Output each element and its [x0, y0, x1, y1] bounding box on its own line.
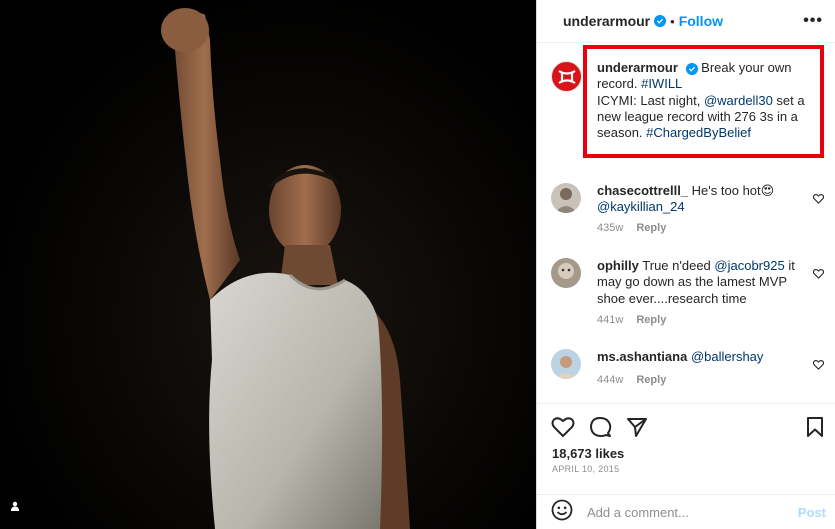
post-comment-button[interactable]: Post [798, 505, 826, 520]
action-icons [551, 416, 648, 443]
share-icon[interactable] [626, 416, 648, 443]
comment-text: ms.ashantiana @ballershay [597, 349, 802, 365]
comment-body: He's too hot😍 [691, 183, 775, 198]
follow-button[interactable]: Follow [679, 13, 723, 29]
bookmark-icon[interactable] [806, 416, 824, 443]
comment-text: ophilly True n'deed @jacobr925 it may go… [597, 258, 802, 307]
comment-time: 435w [597, 222, 624, 234]
comment-item: ophilly True n'deed @jacobr925 it may go… [551, 258, 835, 330]
header-separator: • [670, 13, 675, 29]
comment-mention[interactable]: @kaykillian_24 [597, 199, 685, 214]
comment-item: chasecottrelll_ He's too hot😍 @kaykillia… [551, 183, 835, 243]
caption-username[interactable]: underarmour [597, 60, 678, 75]
comment-time: 441w [597, 314, 624, 326]
header-username[interactable]: underarmour [563, 13, 650, 29]
post-header: underarmour • Follow ••• [537, 0, 835, 43]
comment-input[interactable]: Add a comment... [587, 505, 689, 520]
reply-button[interactable]: Reply [636, 222, 666, 234]
comment-meta: 441w Reply [597, 314, 666, 326]
verified-icon [685, 63, 698, 75]
add-comment-bar: Add a comment... Post [537, 494, 835, 529]
brand-avatar[interactable] [551, 61, 582, 92]
comment-username[interactable]: ophilly [597, 258, 639, 273]
post-sidebar: underarmour • Follow ••• underarmour Bre… [536, 0, 835, 529]
comment-meta: 444w Reply [597, 374, 666, 386]
comment-item: ms.ashantiana @ballershay 444w Reply [551, 349, 835, 391]
reply-button[interactable]: Reply [636, 374, 666, 386]
avatar[interactable] [551, 258, 581, 288]
post-date: APRIL 10, 2015 [552, 464, 620, 474]
more-icon[interactable]: ••• [803, 12, 823, 30]
comment-icon[interactable] [589, 416, 612, 443]
heart-icon[interactable] [812, 191, 825, 209]
mention-wardell30[interactable]: @wardell30 [704, 93, 773, 108]
emoji-icon[interactable] [551, 499, 573, 526]
comment-mention[interactable]: @ballershay [691, 349, 763, 364]
heart-icon[interactable] [812, 357, 825, 375]
reply-button[interactable]: Reply [636, 314, 666, 326]
heart-icon[interactable] [812, 266, 825, 284]
athlete-image [161, 8, 410, 529]
caption-text-2: ICYMI: Last night, [597, 92, 701, 108]
user-tag-icon[interactable] [10, 501, 32, 523]
brand-logo-icon [557, 69, 576, 84]
like-count[interactable]: 18,673 likes [552, 446, 624, 461]
comment-username[interactable]: chasecottrelll_ [597, 183, 688, 198]
post-photo[interactable] [0, 0, 536, 529]
verified-icon [654, 15, 667, 27]
hashtag-chargedbybelief[interactable]: #ChargedByBelief [646, 125, 751, 140]
like-heart-icon[interactable] [551, 416, 575, 443]
comment-body: True n'deed [642, 258, 711, 273]
avatar[interactable] [551, 349, 581, 379]
comment-username[interactable]: ms.ashantiana [597, 349, 687, 364]
comment-mention[interactable]: @jacobr925 [714, 258, 784, 273]
post-actions: 18,673 likes APRIL 10, 2015 Add a commen… [537, 403, 835, 529]
comment-meta: 435w Reply [597, 222, 666, 234]
post-caption: underarmour Break your own record. #IWIL… [597, 60, 817, 141]
hashtag-iwill[interactable]: #IWILL [641, 76, 682, 91]
comment-text: chasecottrelll_ He's too hot😍 @kaykillia… [597, 183, 802, 216]
comment-time: 444w [597, 374, 624, 386]
avatar[interactable] [551, 183, 581, 213]
